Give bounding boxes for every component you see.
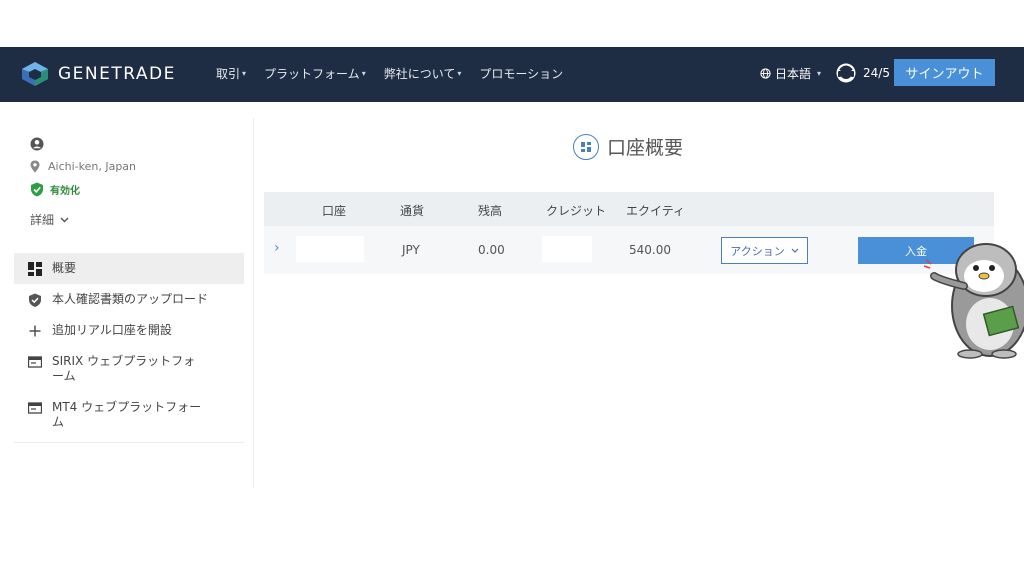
sidebar-item-label: 追加リアル口座を開設 [52,323,172,337]
logo-text: GENETRADE [58,64,176,84]
nav-item-about[interactable]: 弊社について ▾ [384,65,462,82]
support-label: 24/5 [863,66,890,80]
divider [14,442,244,443]
details-label: 詳細 [30,213,55,227]
balance-cell: 0.00 [478,243,505,257]
browser-window-icon [28,402,42,414]
logo[interactable]: GENETRADE [20,61,176,87]
language-selector[interactable]: 日本語 ▾ [760,65,821,82]
chevron-down-icon: ▾ [817,69,822,78]
chevron-down-icon [791,248,799,253]
sidebar-item-upload-documents[interactable]: 本人確認書類のアップロード [14,284,244,315]
map-pin-icon [30,160,40,173]
location-text: Aichi-ken, Japan [48,160,137,173]
action-label: アクション [730,244,785,258]
sidebar: Aichi-ken, Japan 有効化 詳細 概要 本人確認書類のアップロード… [14,118,254,488]
sidebar-item-sirix[interactable]: SIRIX ウェブプラットフォーム [14,346,244,392]
expand-row-icon[interactable]: › [274,240,280,256]
sign-out-button[interactable]: サインアウト [894,59,995,86]
table-row: › JPY 0.00 540.00 アクション 入金 [264,226,994,274]
sidebar-item-overview[interactable]: 概要 [14,253,244,284]
verification-status: 有効化 [30,182,80,197]
browser-window-icon [28,356,42,368]
nav-label: プラットフォーム [264,67,360,81]
chevron-down-icon: ▾ [361,69,366,78]
penguin-mascot-illustration [923,243,1024,359]
credit-cell [542,236,592,262]
page-title: 口座概要 [573,133,683,160]
language-label: 日本語 [775,67,812,81]
shield-icon [29,293,41,307]
column-header-equity: エクイティ [626,204,686,218]
user-profile-icon[interactable] [30,137,44,151]
equity-cell: 540.00 [629,243,671,257]
details-toggle[interactable]: 詳細 [30,211,69,228]
user-location: Aichi-ken, Japan [30,160,136,173]
overview-icon [573,133,599,160]
support-hours[interactable]: 24/5 [835,61,890,85]
chevron-down-icon: ▾ [242,69,247,78]
chevron-down-icon: ▾ [457,69,462,78]
sidebar-item-mt4[interactable]: MT4 ウェブプラットフォーム [14,392,244,438]
nav-item-promotions[interactable]: プロモーション [479,65,563,82]
top-navigation-bar: GENETRADE 取引 ▾ プラットフォーム ▾ 弊社について ▾ プロモーション … [0,47,1024,102]
sidebar-item-label: SIRIX ウェブプラットフォーム [52,354,196,383]
verified-shield-icon [31,182,43,197]
main-nav: 取引 ▾ プラットフォーム ▾ 弊社について ▾ プロモーション [216,65,563,82]
nav-label: プロモーション [479,67,564,81]
nav-label: 弊社について [383,67,456,81]
nav-label: 取引 [216,67,241,81]
column-header-currency: 通貨 [400,204,425,218]
genetrade-logo-icon [22,62,48,86]
dashboard-icon [28,262,42,276]
column-header-account: 口座 [322,204,347,218]
column-header-credit: クレジット [546,204,607,218]
column-header-balance: 残高 [478,204,503,218]
page-title-text: 口座概要 [607,137,684,159]
nav-item-trading[interactable]: 取引 ▾ [216,65,246,82]
support-agent-icon [836,63,856,83]
nav-item-platforms[interactable]: プラットフォーム ▾ [264,65,366,82]
accounts-table-header: 口座 通貨 残高 クレジット エクイティ [264,192,994,226]
plus-icon [29,325,41,337]
sidebar-menu: 概要 本人確認書類のアップロード 追加リアル口座を開設 SIRIX ウェブプラッ… [14,253,244,443]
chevron-down-icon [60,217,69,222]
sidebar-item-label: 本人確認書類のアップロード [52,292,209,306]
sidebar-item-label: MT4 ウェブプラットフォーム [52,400,202,429]
sidebar-item-label: 概要 [52,261,77,275]
globe-icon [760,68,771,79]
action-dropdown[interactable]: アクション [721,237,808,264]
sidebar-item-open-account[interactable]: 追加リアル口座を開設 [14,315,244,346]
account-number-cell [296,236,364,262]
status-text: 有効化 [50,186,80,197]
currency-cell: JPY [402,243,420,257]
